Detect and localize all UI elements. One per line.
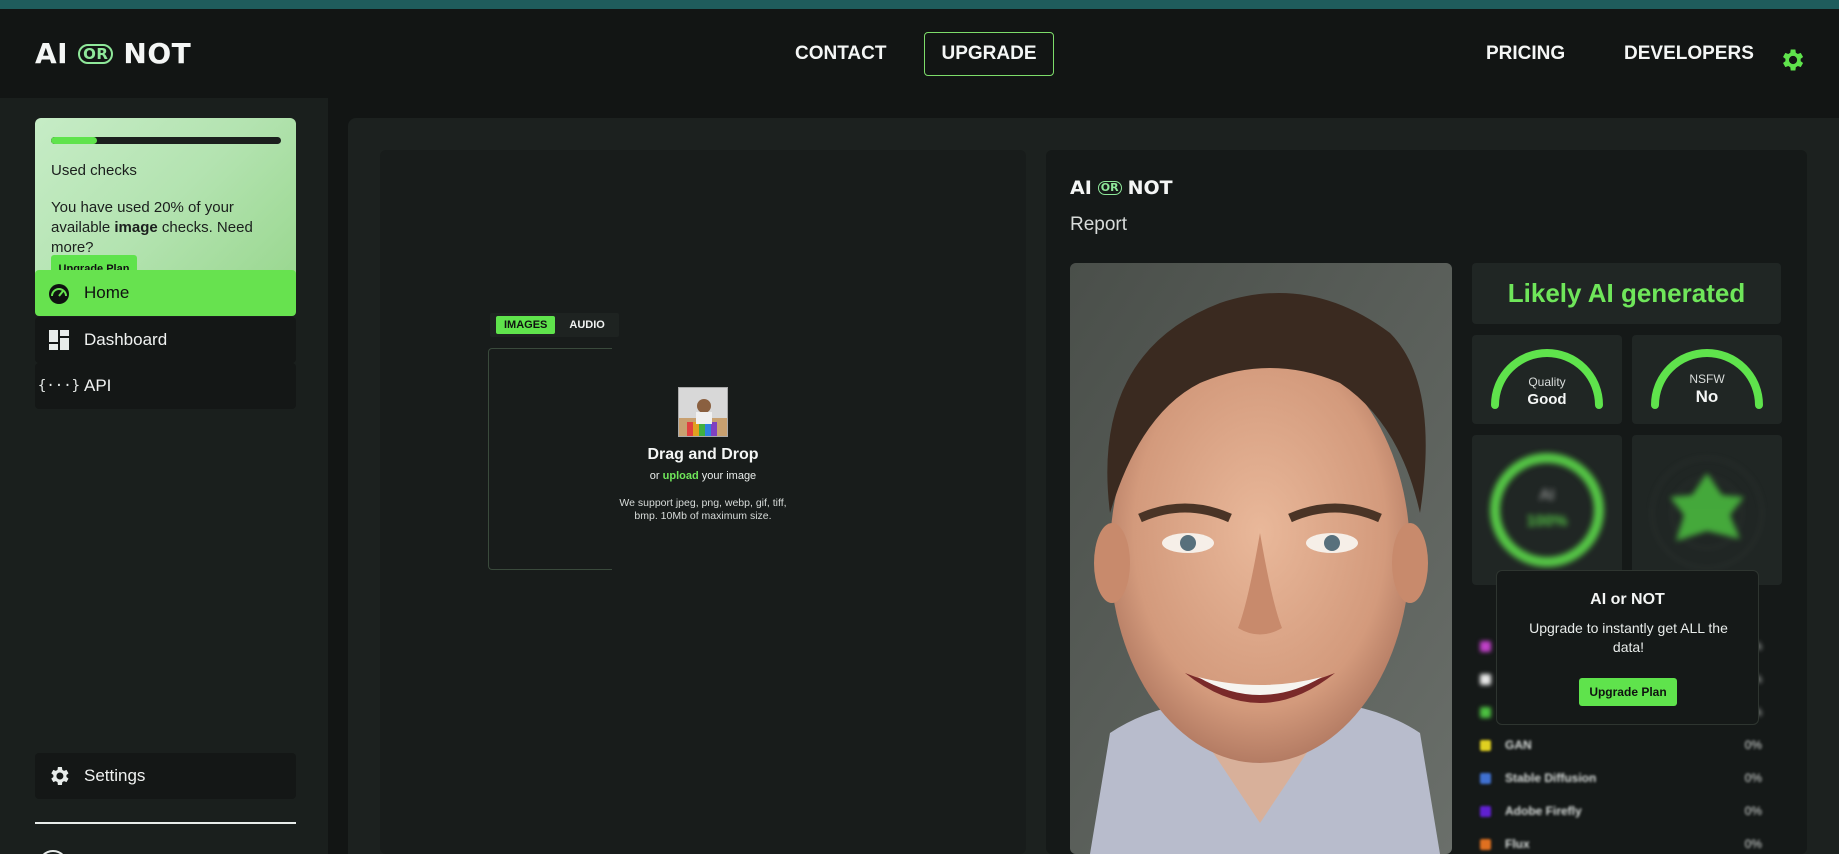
sidebar-item-home[interactable]: Home — [35, 270, 296, 316]
generator-row: Flux 0% — [1472, 834, 1762, 854]
report-subtitle: Report — [1070, 214, 1128, 235]
logo-text-right: NOT — [123, 37, 192, 70]
verdict-banner: Likely AI generated — [1472, 263, 1781, 324]
sidebar-item-label: Dashboard — [84, 330, 168, 349]
dropzone-border[interactable] — [488, 348, 612, 570]
radar-icon — [1651, 457, 1763, 569]
generator-name: Flux — [1505, 837, 1530, 851]
gauge-label: NSFW — [1689, 372, 1725, 386]
drop-subtitle: or upload your image — [598, 470, 808, 482]
generator-row: Adobe Firefly 0% — [1472, 801, 1762, 821]
upload-tabs: IMAGES AUDIO — [490, 313, 619, 337]
gear-icon — [46, 763, 72, 789]
sidebar-item-label: Settings — [84, 766, 146, 785]
generator-percent: 0% — [1744, 837, 1762, 851]
generator-percent: 0% — [1744, 771, 1762, 785]
upload-image-icon — [678, 387, 728, 437]
tab-images[interactable]: IMAGES — [496, 316, 556, 334]
report-logo-right: NOT — [1127, 177, 1173, 199]
generator-row: Stable Diffusion 0% — [1472, 768, 1762, 788]
nsfw-gauge: NSFW No — [1632, 335, 1782, 424]
logo[interactable]: AI OR NOT — [35, 37, 191, 70]
legend-dot-icon — [1480, 805, 1491, 817]
sidebar-item-label: Home — [84, 283, 130, 302]
supported-formats-hint: We support jpeg, png, webp, gif, tiff, b… — [619, 497, 787, 522]
usage-progress-fill — [51, 137, 97, 144]
generator-percent: 0% — [1744, 738, 1762, 752]
sidebar-item-dashboard[interactable]: Dashboard — [35, 317, 296, 363]
report-logo-mid: OR — [1097, 181, 1122, 195]
analyzed-photo — [1070, 263, 1452, 854]
radar-chart — [1632, 435, 1782, 585]
ai-score-label: AI — [1539, 487, 1555, 504]
generator-name: Stable Diffusion — [1505, 771, 1597, 785]
settings-gear-icon[interactable] — [1778, 46, 1806, 74]
report-logo-left: AI — [1070, 177, 1092, 199]
usage-text-bold: image — [114, 219, 158, 236]
drop-sub-before: or — [649, 470, 663, 482]
legend-dot-icon — [1480, 640, 1491, 652]
nav-pricing[interactable]: PRICING — [1486, 43, 1565, 65]
drop-sub-after: your image — [698, 470, 757, 482]
generator-name: Adobe Firefly — [1505, 804, 1582, 818]
dashboard-icon — [46, 327, 72, 353]
legend-dot-icon — [1480, 706, 1491, 718]
generator-row: GAN 0% — [1472, 735, 1762, 755]
sidebar-item-api[interactable]: {···} API — [35, 363, 296, 409]
sidebar-divider — [35, 822, 296, 824]
ring-icon — [1490, 453, 1604, 567]
code-braces-icon: {···} — [37, 378, 81, 394]
upsell-title: AI or NOT — [1590, 591, 1665, 608]
gauge-label: Quality — [1528, 375, 1566, 389]
legend-dot-icon — [1480, 838, 1491, 850]
generator-name: GAN — [1505, 738, 1532, 752]
avatar[interactable] — [38, 850, 68, 854]
legend-dot-icon — [1480, 673, 1491, 685]
usage-title: Used checks — [51, 162, 137, 179]
ai-score-gauge: AI 100% — [1472, 435, 1622, 585]
tab-audio[interactable]: AUDIO — [561, 316, 612, 334]
gauge-value: Good — [1527, 391, 1567, 408]
legend-dot-icon — [1480, 739, 1491, 751]
generator-percent: 0% — [1744, 804, 1762, 818]
speedometer-icon — [46, 280, 72, 306]
sidebar-item-label: API — [84, 376, 112, 395]
upsell-text: Upgrade to instantly get ALL the data! — [1529, 620, 1728, 655]
ai-score-value: 100% — [1526, 513, 1568, 530]
sidebar: Used checks You have used 20% of your av… — [0, 98, 328, 854]
top-header: AI OR NOT CONTACT UPGRADE PRICING DEVELO… — [0, 9, 1839, 98]
nav-upgrade-button[interactable]: UPGRADE — [924, 32, 1054, 76]
logo-text-mid: OR — [78, 43, 114, 64]
nav-contact[interactable]: CONTACT — [795, 43, 886, 65]
nav-developers[interactable]: DEVELOPERS — [1624, 43, 1754, 65]
report-logo: AI OR NOT — [1070, 177, 1173, 199]
usage-progress-bar — [51, 137, 281, 144]
legend-dot-icon — [1480, 772, 1491, 784]
sidebar-item-settings[interactable]: Settings — [35, 753, 296, 799]
logo-text-left: AI — [35, 37, 69, 70]
drop-title: Drag and Drop — [647, 446, 759, 463]
quality-gauge: Quality Good — [1472, 335, 1622, 424]
top-stripe — [0, 0, 1839, 9]
usage-text: You have used 20% of your available imag… — [51, 198, 287, 258]
upsell-popup: AI or NOT Upgrade to instantly get ALL t… — [1496, 570, 1759, 725]
upload-link[interactable]: upload — [663, 470, 699, 482]
upsell-upgrade-button[interactable]: Upgrade Plan — [1579, 678, 1677, 706]
gauge-value: No — [1695, 387, 1719, 406]
